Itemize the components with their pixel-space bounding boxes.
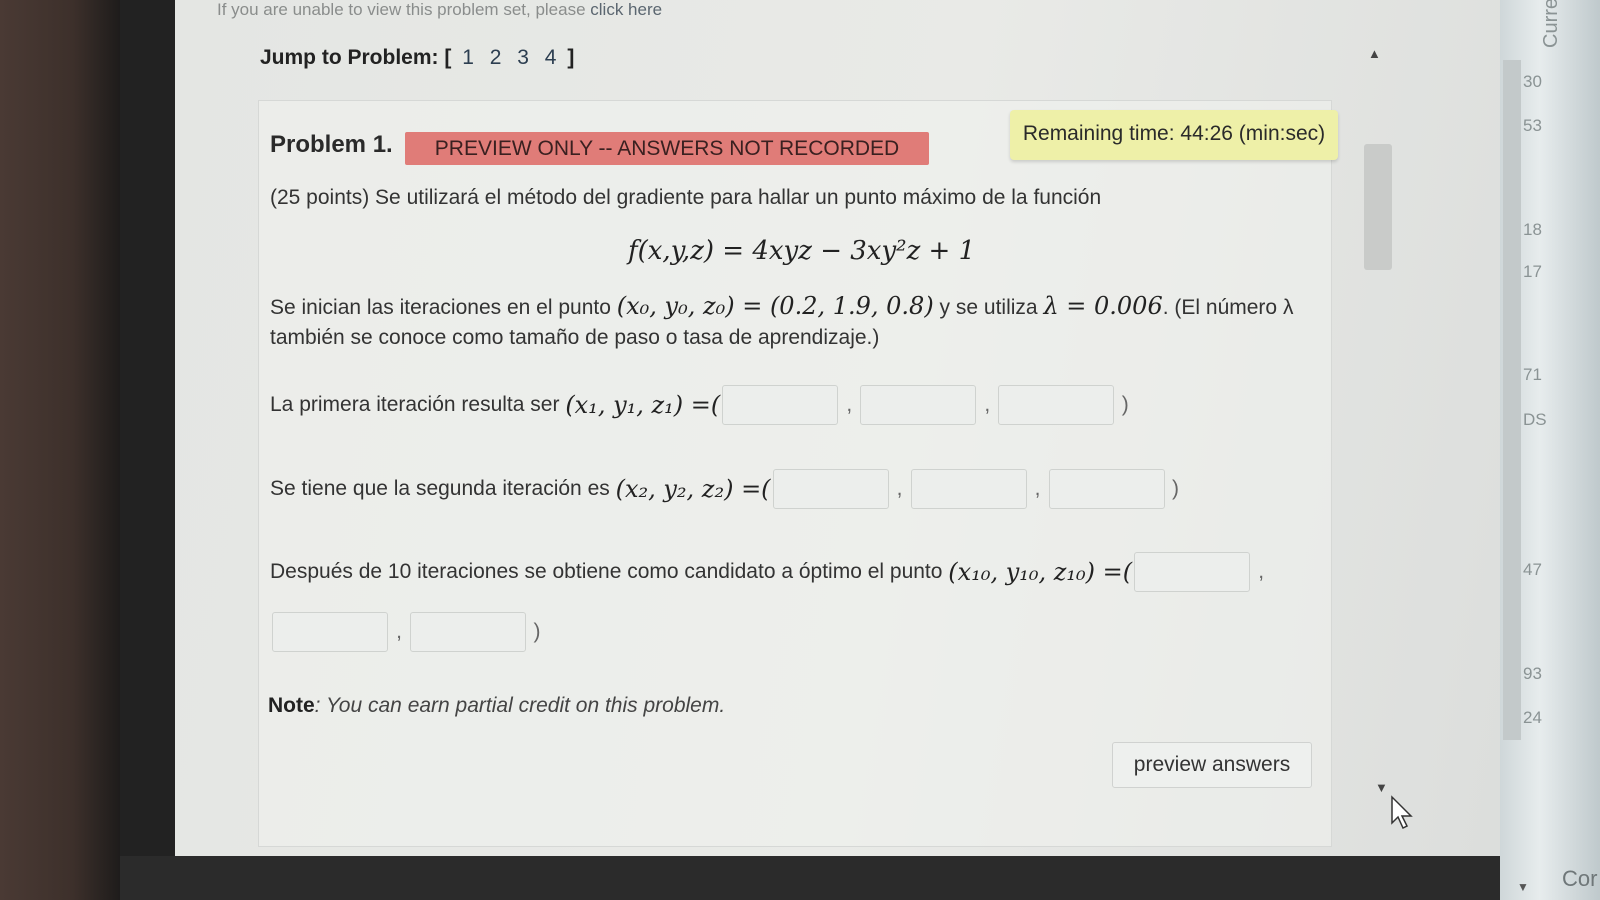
click-here-link[interactable]: click here [590,0,662,19]
close-paren: ) [1121,393,1129,416]
formula-text: f(x,y,z) = 4xyz − 3xy²z + 1 [628,236,976,266]
start-text-1: Se inician las iteraciones en el punto [270,296,611,319]
note-label: Note [268,694,315,717]
z10-answer-input[interactable] [410,612,526,652]
close-paren: ) [1172,477,1180,500]
comma: , [1258,560,1265,583]
scroll-up-arrow-icon[interactable]: ▲ [1368,46,1381,61]
side-label: 18 [1523,220,1542,239]
first-iteration-row: La primera iteración resulta ser (x₁, y₁… [270,385,1134,425]
mouse-cursor-icon [1391,795,1413,830]
z2-answer-input[interactable] [1048,469,1165,509]
q1-math: (x₁, y₁, z₁) =( [565,391,721,419]
jump-label: Jump to Problem: [ [260,46,452,69]
side-vertical-label: Curre [1540,0,1562,48]
preview-answers-button[interactable]: preview answers [1112,742,1312,788]
y10-answer-input[interactable] [272,612,388,652]
monitor-bezel-bottom [120,856,1520,900]
q3-math: (x₁₀, y₁₀, z₁₀) =( [948,558,1133,586]
note-text: : You can earn partial credit on this pr… [314,694,726,717]
second-iteration-row: Se tiene que la segunda iteración es (x₂… [270,469,1185,509]
tenth-iteration-row: Después de 10 iteraciones se obtiene com… [270,552,1270,592]
chevron-down-icon[interactable]: ▼ [1517,880,1529,894]
side-label: 17 [1523,262,1542,281]
preview-only-badge: PREVIEW ONLY -- ANSWERS NOT RECORDED [405,132,929,165]
unable-to-view-text: If you are unable to view this problem s… [217,0,591,19]
q1-label: La primera iteración resulta ser [270,393,560,416]
partial-credit-note: Note: You can earn partial credit on thi… [268,694,725,718]
x1-answer-input[interactable] [722,385,839,425]
y1-answer-input[interactable] [860,385,977,425]
comma: , [984,393,991,416]
x10-answer-input[interactable] [1134,552,1251,592]
start-text-2: y se utiliza [939,296,1038,319]
comma: , [896,477,903,500]
problem-title: Problem 1. [270,131,393,158]
step-size-note: también se conoce como tamaño de paso o … [270,326,880,349]
close-paren: ) [533,620,541,643]
side-label: DS [1523,410,1547,429]
jump-problem-3-link[interactable]: 3 [517,46,529,69]
side-label: 30 [1523,72,1542,91]
side-label: 47 [1523,560,1542,579]
lambda-value: λ = 0.006 [1043,292,1163,320]
scrollbar-thumb[interactable] [1364,144,1392,270]
jump-problem-4-link[interactable]: 4 [545,46,557,69]
jump-problem-2-link[interactable]: 2 [490,46,502,69]
problem-intro: (25 points) Se utilizará el método del g… [270,186,1102,209]
side-bottom-label: Cor [1562,866,1598,891]
side-label: 53 [1523,116,1542,135]
x2-answer-input[interactable] [772,469,889,509]
jump-to-problem: Jump to Problem: [ 1 2 3 4 ] [260,46,574,70]
start-point-line: Se inician las iteraciones en el punto (… [270,292,1293,320]
start-text-3: . (El número λ [1162,296,1294,319]
comma: , [396,620,402,643]
function-formula: f(x,y,z) = 4xyz − 3xy²z + 1 [628,236,975,266]
tenth-iteration-row-continued: , ) [270,612,546,652]
q2-math: (x₂, y₂, z₂) =( [615,475,771,503]
side-label: 93 [1523,664,1542,683]
monitor-bezel-inner [120,0,175,900]
jump-problem-1-link[interactable]: 1 [462,46,474,69]
scroll-down-arrow-icon[interactable]: ▼ [1375,780,1388,795]
side-label: 24 [1523,708,1542,727]
q3-label: Después de 10 iteraciones se obtiene com… [270,560,943,583]
q2-label: Se tiene que la segunda iteración es [270,477,610,500]
jump-close-bracket: ] [567,46,575,69]
remaining-time: Remaining time: 44:26 (min:sec) [1010,110,1338,160]
z1-answer-input[interactable] [998,385,1115,425]
comma: , [1034,477,1041,500]
start-point-math: (x₀, y₀, z₀) = (0.2, 1.9, 0.8) [616,292,934,320]
unable-to-view-note: If you are unable to view this problem s… [217,0,662,20]
y2-answer-input[interactable] [910,469,1027,509]
outer-scrollbar[interactable] [1503,60,1521,740]
comma: , [846,393,853,416]
side-label: 71 [1523,365,1542,384]
monitor-bezel-left [0,0,120,900]
